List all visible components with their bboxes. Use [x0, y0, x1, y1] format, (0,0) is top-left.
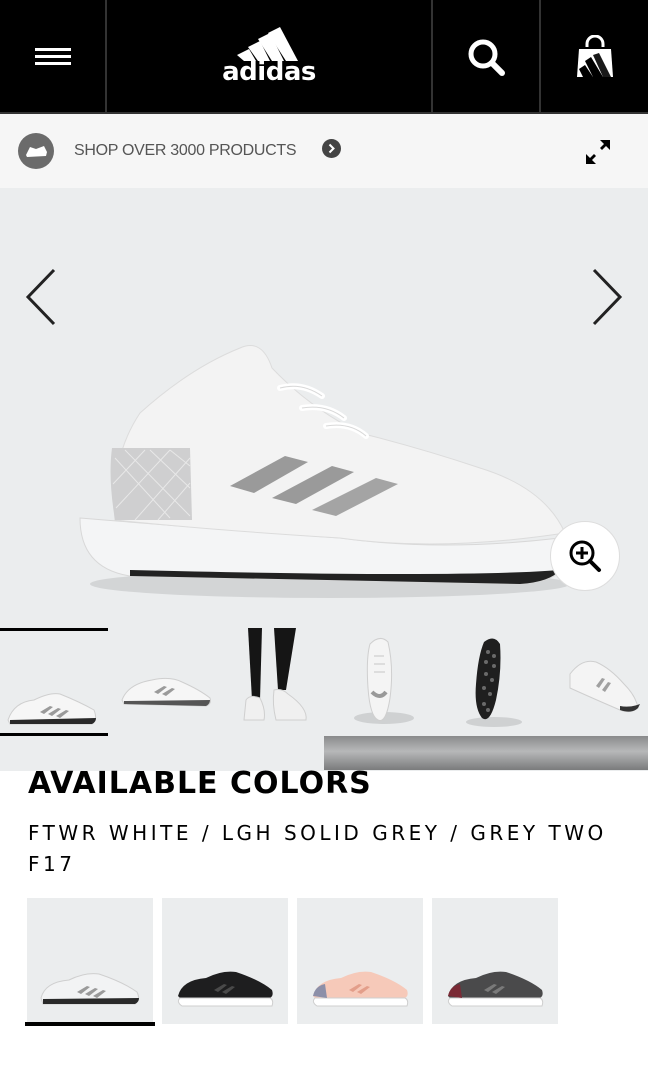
search-button[interactable] [433, 0, 541, 114]
zoom-button[interactable] [550, 521, 620, 591]
adidas-logo-link[interactable]: adidas [107, 0, 433, 114]
thumbnail-sole-view[interactable] [432, 628, 540, 736]
thumbnail-side-view[interactable] [0, 628, 108, 736]
color-swatch-black[interactable] [162, 898, 288, 1024]
promo-text: SHOP OVER 3000 PRODUCTS [74, 142, 297, 159]
adidas-performance-logo-icon [237, 27, 298, 61]
color-swatch-white[interactable] [25, 898, 155, 1026]
thumbnail-top-view[interactable] [324, 628, 432, 736]
chevron-left-icon[interactable] [22, 266, 62, 328]
zoom-in-icon [569, 540, 601, 572]
thumbnail-angle-view[interactable] [540, 628, 648, 736]
color-swatch-grey[interactable] [432, 898, 558, 1024]
thumbnail-on-feet[interactable] [216, 628, 324, 736]
hamburger-menu-icon [34, 48, 71, 65]
expand-icon[interactable] [584, 138, 612, 166]
shopping-bag-button[interactable] [541, 0, 648, 114]
thumbnail-side-view-2[interactable] [108, 628, 216, 736]
color-swatch-pink[interactable] [297, 898, 423, 1024]
chevron-right-icon[interactable] [586, 266, 626, 328]
chevron-right-circle-icon[interactable] [322, 139, 341, 158]
top-header: adidas [0, 0, 648, 114]
thumbnail-scrollbar[interactable] [324, 736, 648, 770]
logo-wordmark: adidas [222, 57, 316, 87]
shoe-badge-icon [18, 133, 54, 169]
promo-bar[interactable]: SHOP OVER 3000 PRODUCTS [0, 114, 648, 188]
product-shoe-image [79, 345, 570, 598]
selected-color-name: FTWR WHITE / LGH SOLID GREY / GREY TWO F… [28, 821, 607, 876]
shopping-bag-icon [576, 35, 613, 77]
search-icon [468, 39, 505, 76]
color-swatches [25, 898, 558, 1026]
available-colors-heading: AVAILABLE COLORS [28, 766, 372, 801]
product-image-carousel[interactable] [0, 188, 648, 628]
menu-button[interactable] [0, 0, 107, 114]
